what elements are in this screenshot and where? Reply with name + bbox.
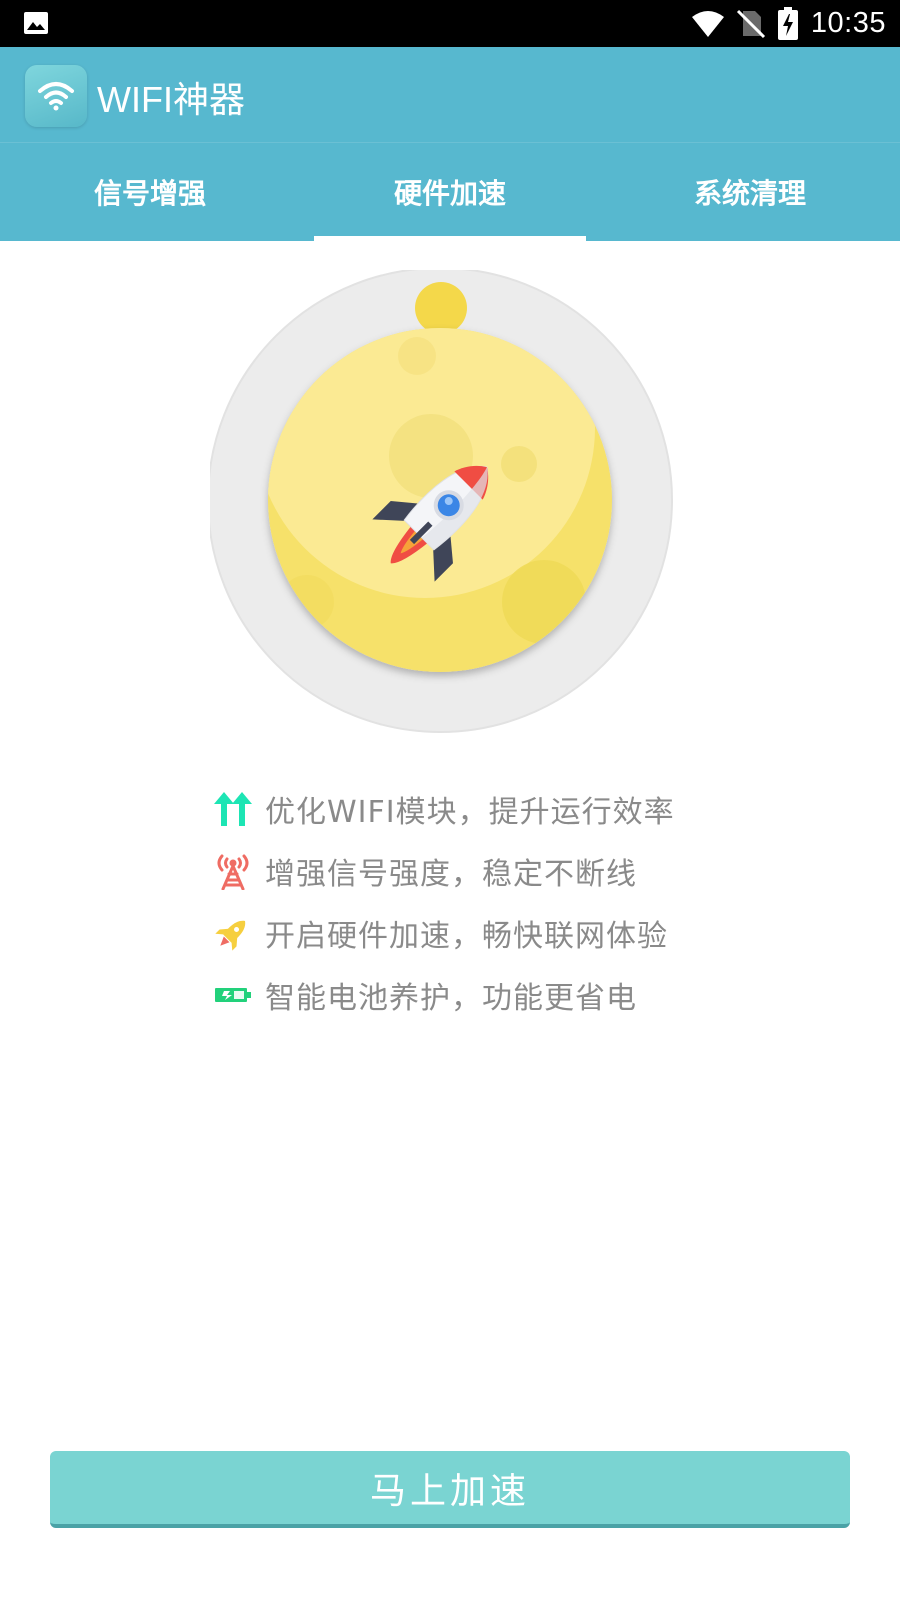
- feature-item: 优化WIFI模块，提升运行效率: [213, 778, 675, 840]
- battery-charging-icon: [777, 6, 798, 40]
- progress-knob: [415, 282, 467, 334]
- no-sim-icon: [736, 9, 765, 38]
- acceleration-illustration: [210, 270, 673, 733]
- tab-label: 信号增强: [93, 177, 206, 210]
- tab-label: 系统清理: [693, 177, 806, 210]
- feature-list: 优化WIFI模块，提升运行效率 增强信号强度，稳定不断线 开启硬件加速，畅快联网…: [213, 778, 675, 1026]
- accelerate-now-button[interactable]: 马上加速: [50, 1451, 850, 1528]
- feature-item: 增强信号强度，稳定不断线: [213, 840, 675, 902]
- app-title: WIFI神器: [97, 79, 245, 120]
- double-arrow-up-icon: [214, 792, 252, 826]
- tab-bar: 信号增强 硬件加速 系统清理: [0, 142, 900, 241]
- app-bar: WIFI神器: [0, 47, 900, 142]
- rocket-icon: [215, 920, 246, 951]
- wifi-signal-icon: [691, 10, 724, 37]
- tab-system-cleanup[interactable]: 系统清理: [600, 143, 900, 241]
- battery-icon: [215, 988, 251, 1002]
- clock: 10:35: [810, 7, 886, 39]
- feature-text: 开启硬件加速，畅快联网体验: [265, 919, 668, 954]
- wifi-icon: [38, 82, 74, 111]
- tab-hardware-acceleration[interactable]: 硬件加速: [300, 143, 600, 241]
- signal-tower-icon: [217, 854, 249, 890]
- tab-signal-boost[interactable]: 信号增强: [0, 143, 300, 241]
- status-bar: 10:35: [0, 0, 900, 47]
- feature-item: 开启硬件加速，畅快联网体验: [213, 902, 675, 964]
- feature-text: 优化WIFI模块，提升运行效率: [265, 795, 675, 830]
- app-logo: [25, 65, 87, 127]
- feature-item: 智能电池养护，功能更省电: [213, 964, 675, 1026]
- image-icon: [24, 12, 48, 34]
- tab-label: 硬件加速: [393, 177, 506, 210]
- feature-text: 智能电池养护，功能更省电: [265, 981, 637, 1016]
- feature-text: 增强信号强度，稳定不断线: [265, 857, 637, 892]
